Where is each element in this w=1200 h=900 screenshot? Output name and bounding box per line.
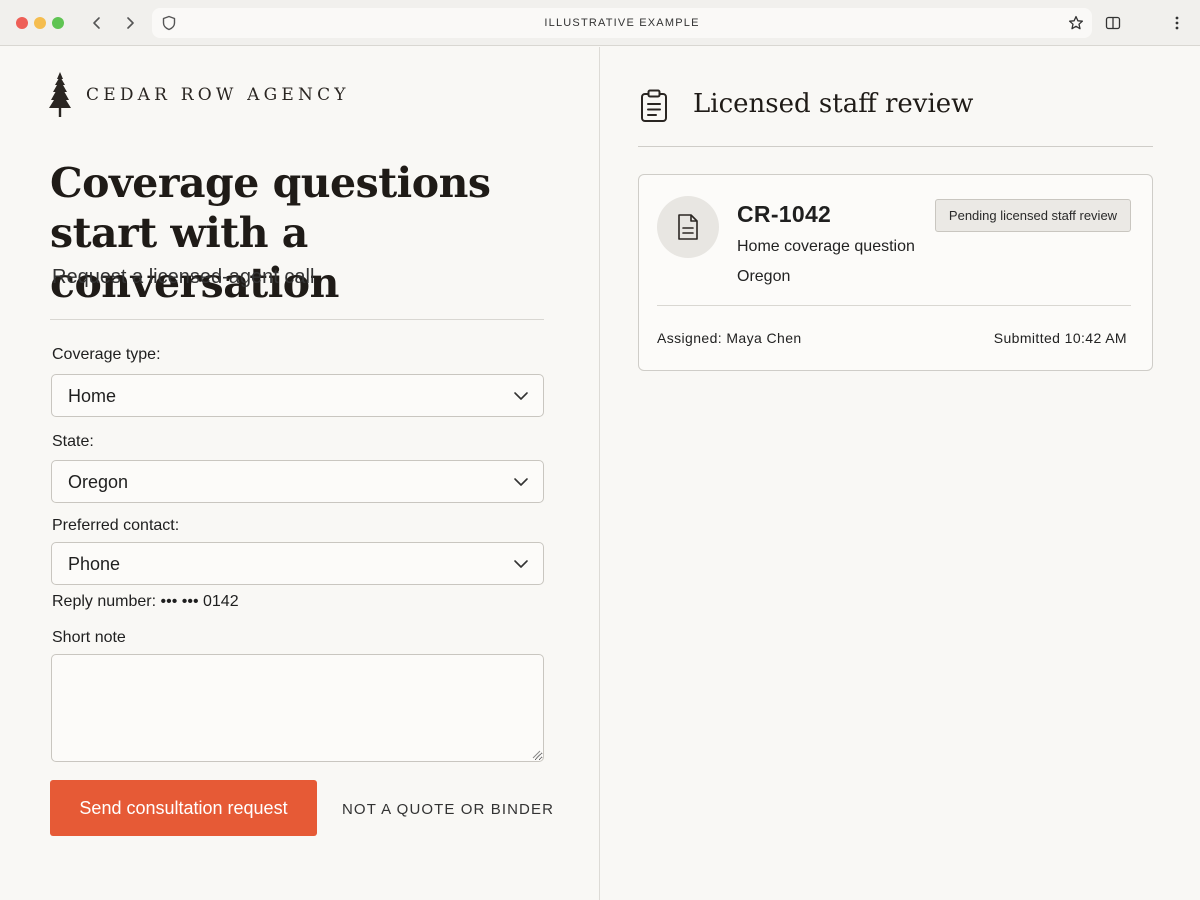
review-divider	[638, 146, 1153, 147]
send-consultation-button[interactable]: Send consultation request	[50, 780, 317, 836]
chevron-down-icon	[514, 560, 528, 568]
state-label: State:	[52, 433, 94, 450]
state-value: Oregon	[68, 472, 129, 492]
chevron-down-icon	[514, 478, 528, 486]
status-badge: Pending licensed staff review	[935, 199, 1131, 232]
request-id: CR-1042	[737, 201, 832, 227]
section-divider	[50, 319, 544, 320]
minimize-window-button[interactable]	[34, 17, 46, 29]
reply-number: Reply number: ••• ••• 0142	[52, 593, 239, 610]
preferred-contact-value: Phone	[68, 554, 121, 574]
chevron-down-icon	[514, 392, 528, 400]
coverage-type-value: Home	[68, 386, 117, 406]
split-view-icon	[1105, 16, 1121, 30]
coverage-type-select[interactable]: Home	[51, 374, 544, 417]
sidebar-toggle-button[interactable]	[1104, 14, 1122, 32]
assigned-agent: Assigned: Maya Chen	[657, 330, 802, 346]
browser-toolbar: ILLUSTRATIVE EXAMPLE	[0, 0, 1200, 46]
pine-tree-icon	[49, 72, 71, 117]
star-icon	[1068, 15, 1084, 30]
review-panel-title: Licensed staff review	[693, 89, 974, 119]
request-avatar	[657, 196, 719, 258]
review-request-card[interactable]: CR-1042 Home coverage question Oregon Pe…	[638, 174, 1153, 371]
request-subject: Home coverage question	[737, 238, 915, 255]
preferred-contact-select[interactable]: Phone	[51, 542, 544, 585]
forward-button[interactable]	[113, 10, 146, 36]
headline-line-1: Coverage questions	[50, 159, 491, 207]
submitted-time: Submitted 10:42 AM	[993, 330, 1127, 346]
kebab-menu-icon	[1175, 16, 1179, 30]
history-nav	[80, 10, 146, 36]
brand-name: CEDAR ROW AGENCY	[86, 85, 350, 105]
coverage-type-label: Coverage type:	[52, 346, 161, 363]
headline-line-2: start with a conversation	[50, 209, 339, 307]
maximize-window-button[interactable]	[52, 17, 64, 29]
address-text: ILLUSTRATIVE EXAMPLE	[544, 17, 700, 29]
disclaimer-text: NOT A QUOTE OR BINDER	[342, 801, 555, 818]
resize-handle-icon[interactable]	[532, 750, 541, 759]
close-window-button[interactable]	[16, 17, 28, 29]
brand: CEDAR ROW AGENCY	[48, 72, 350, 118]
browser-menu-button[interactable]	[1168, 14, 1186, 32]
chevron-right-icon	[126, 17, 134, 29]
state-select[interactable]: Oregon	[51, 460, 544, 503]
clipboard-icon	[641, 89, 667, 122]
short-note-label: Short note	[52, 629, 126, 646]
address-bar[interactable]: ILLUSTRATIVE EXAMPLE	[152, 8, 1092, 38]
request-state: Oregon	[737, 268, 791, 285]
chevron-left-icon	[92, 17, 100, 29]
page-subtitle: Request a licensed-agent call	[52, 266, 315, 288]
document-icon	[678, 214, 698, 240]
card-divider	[657, 305, 1131, 306]
bookmark-button[interactable]	[1067, 14, 1085, 32]
short-note-textarea[interactable]	[51, 654, 544, 762]
preferred-contact-label: Preferred contact:	[52, 517, 180, 534]
back-button[interactable]	[80, 10, 113, 36]
